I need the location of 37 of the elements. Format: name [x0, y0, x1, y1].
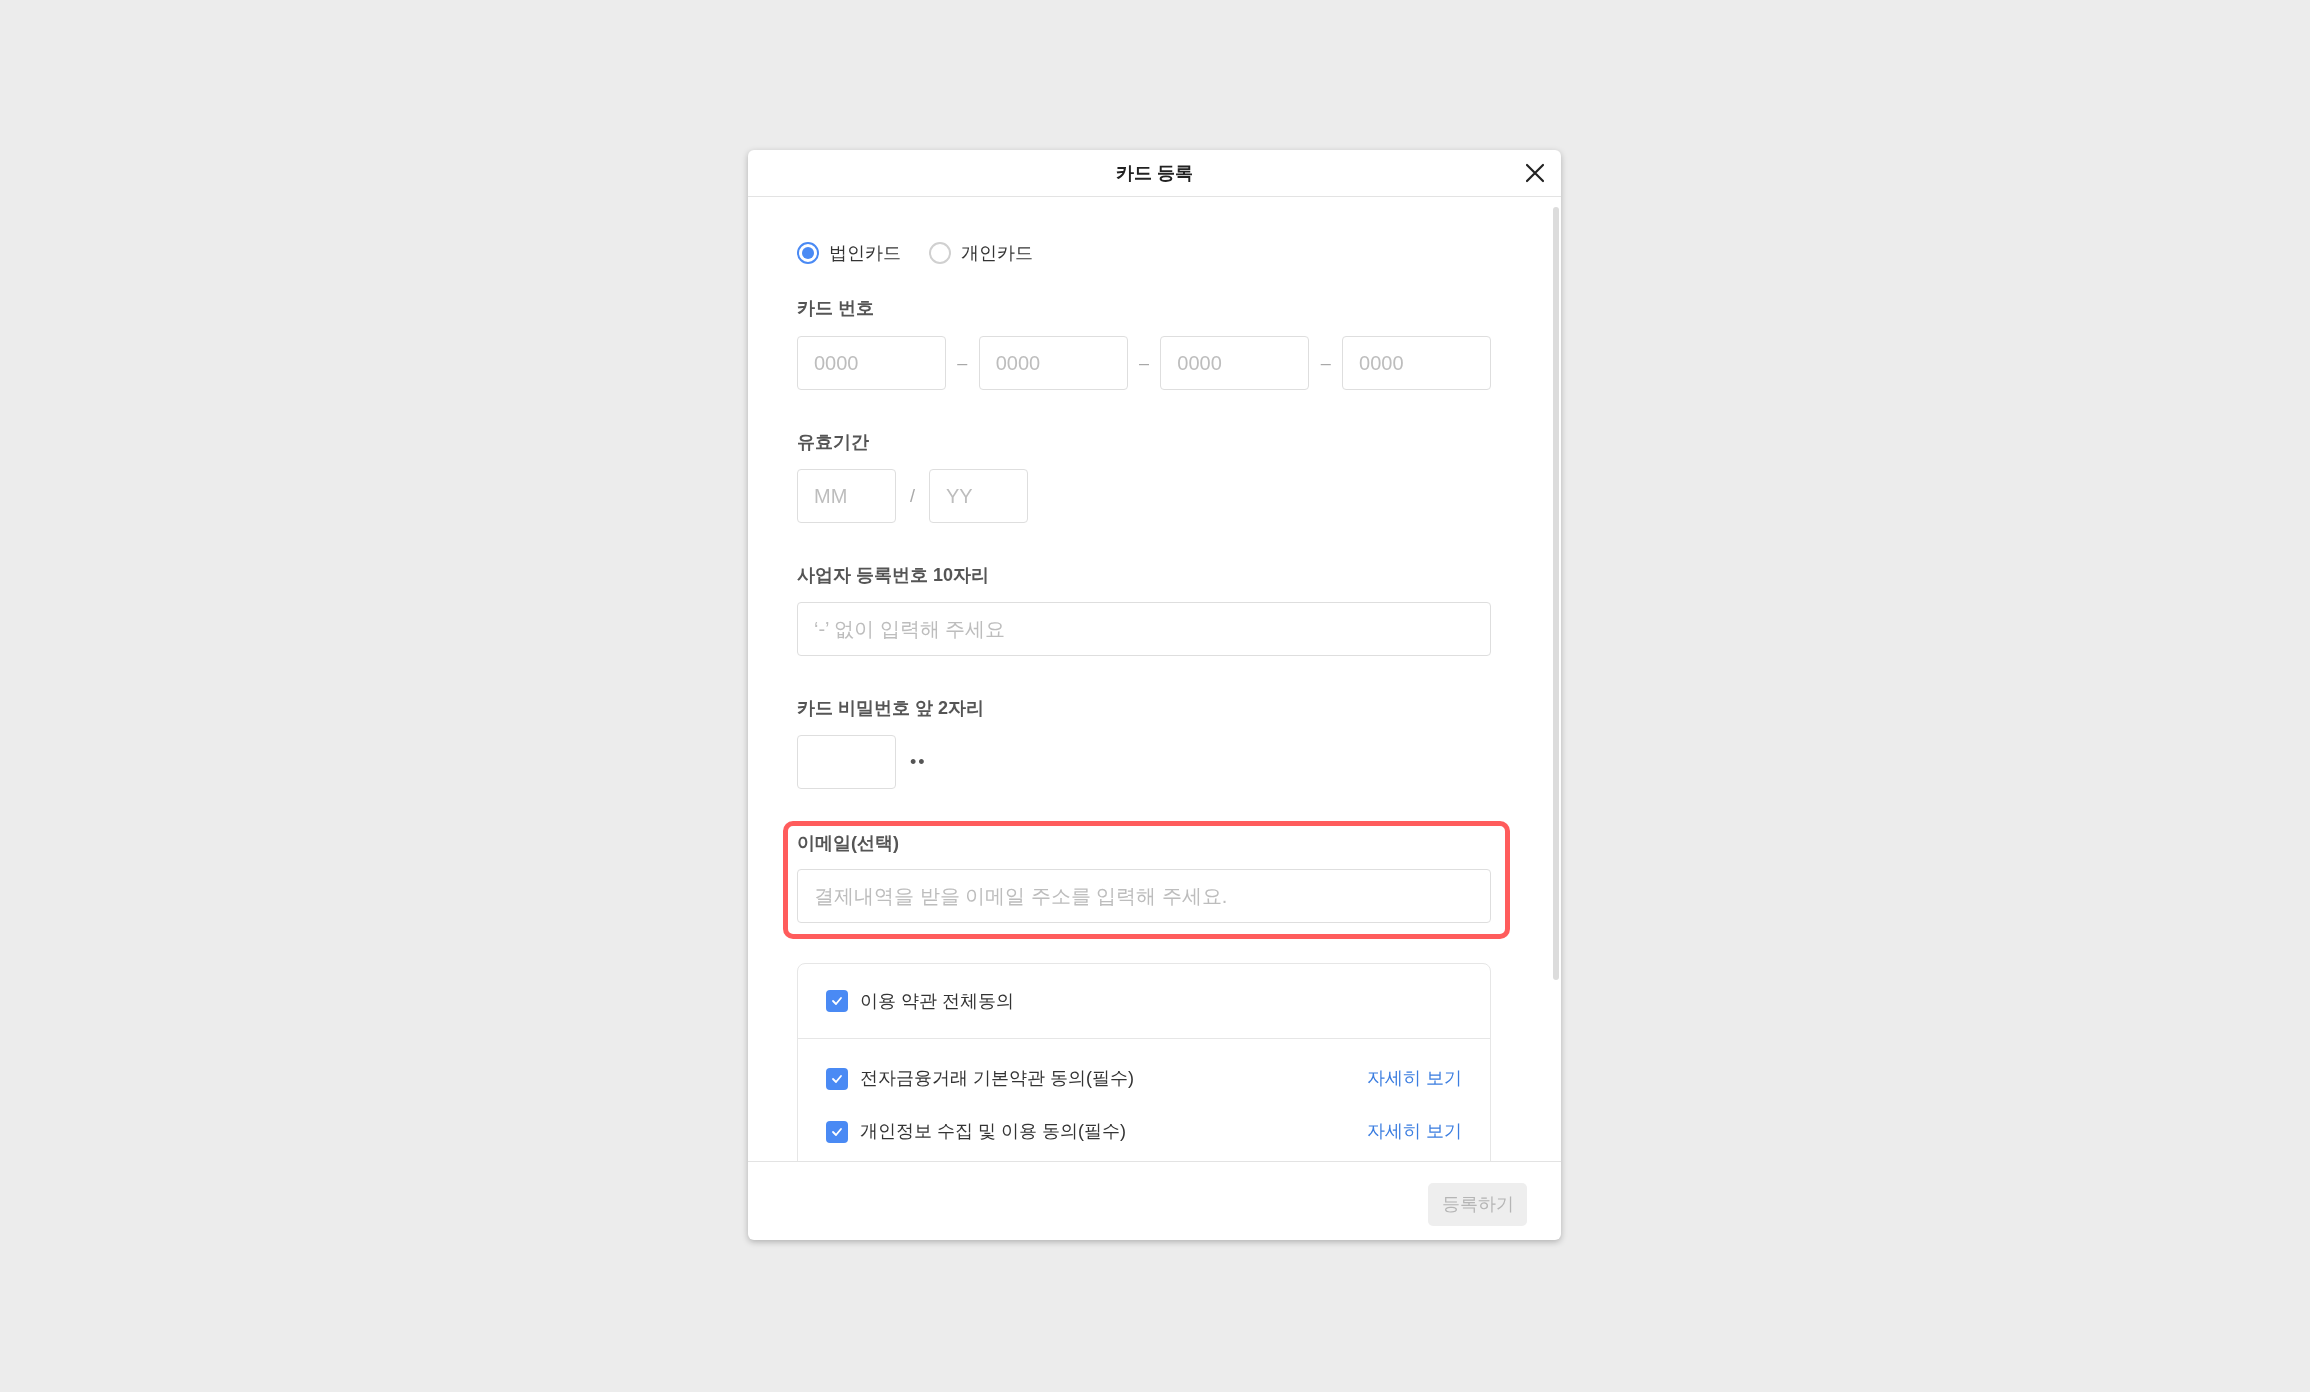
input-field[interactable]: 0000 — [1160, 336, 1310, 390]
input-field[interactable]: MM — [797, 469, 896, 523]
checkbox-label[interactable]: 이용 약관 전체동의 — [860, 987, 1014, 1015]
field-label: 이메일(선택) — [797, 832, 899, 855]
masked-digits: •• — [910, 750, 927, 774]
input-field[interactable]: 0000 — [978, 336, 1128, 390]
input-field[interactable]: YY — [929, 469, 1028, 523]
radio-label[interactable]: 개인카드 — [961, 239, 1033, 267]
checkmark-icon — [831, 1073, 843, 1084]
checkbox-label[interactable]: 개인정보 수집 및 이용 동의(필수) — [860, 1118, 1355, 1145]
field-label: 카드 비밀번호 앞 2자리 — [797, 697, 984, 720]
radio-button[interactable] — [797, 242, 819, 264]
dialog-title: 카드 등록 — [1116, 161, 1193, 185]
field-label: 카드 번호 — [797, 297, 875, 320]
close-button[interactable] — [1523, 161, 1547, 185]
separator: / — [909, 484, 916, 508]
checkbox[interactable] — [826, 1067, 848, 1090]
checkbox[interactable] — [826, 990, 848, 1012]
input-field[interactable]: 0000 — [1342, 336, 1491, 390]
checkbox-label[interactable]: 전자금융거래 기본약관 동의(필수) — [860, 1065, 1355, 1092]
field-label: 사업자 등록번호 10자리 — [797, 564, 990, 587]
radio-label[interactable]: 법인카드 — [829, 239, 901, 267]
input-field[interactable] — [797, 735, 896, 789]
separator: – — [956, 351, 969, 375]
separator: – — [1319, 351, 1332, 375]
input-field[interactable]: 결제내역을 받을 이메일 주소를 입력해 주세요. — [797, 869, 1491, 923]
details-link[interactable]: 자세히 보기 — [1367, 1118, 1462, 1145]
input-field[interactable]: 0000 — [797, 336, 946, 390]
checkmark-icon — [831, 1126, 843, 1137]
checkmark-icon — [831, 996, 843, 1006]
radio-button[interactable] — [929, 242, 951, 264]
separator: – — [1138, 351, 1150, 375]
field-label: 유효기간 — [797, 431, 869, 454]
scrollbar-thumb[interactable] — [1553, 207, 1559, 980]
input-field[interactable]: ‘-’ 없이 입력해 주세요 — [797, 602, 1491, 656]
details-link[interactable]: 자세히 보기 — [1367, 1065, 1462, 1092]
checkbox[interactable] — [826, 1120, 848, 1143]
